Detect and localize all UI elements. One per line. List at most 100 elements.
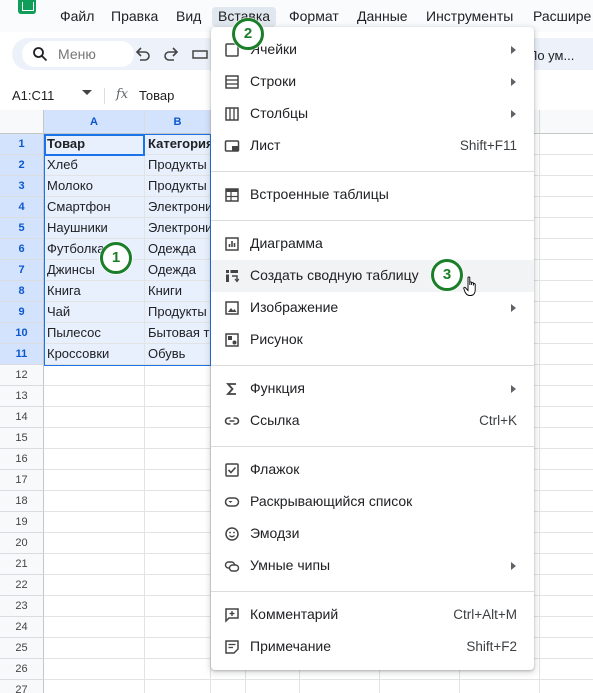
menu-view[interactable]: Вид <box>176 7 201 27</box>
grid-cell[interactable]: Кроссовки <box>44 344 145 365</box>
grid-cell[interactable] <box>145 596 211 617</box>
grid-cell[interactable]: Наушники <box>44 218 145 239</box>
menu-item-link[interactable]: Ссылка Ctrl+K <box>211 405 534 437</box>
grid-cell[interactable] <box>540 197 593 218</box>
grid-cell[interactable] <box>540 449 593 470</box>
menu-item-sheet[interactable]: Лист Shift+F11 <box>211 130 534 162</box>
grid-cell[interactable] <box>540 155 593 176</box>
menu-item-emoji[interactable]: Эмодзи <box>211 518 534 550</box>
grid-cell[interactable] <box>540 554 593 575</box>
grid-cell[interactable] <box>540 428 593 449</box>
row-header[interactable]: 20 <box>0 533 44 554</box>
formula-input[interactable]: Товар <box>139 88 174 103</box>
select-all-corner[interactable] <box>0 110 44 134</box>
grid-cell[interactable] <box>145 617 211 638</box>
grid-cell[interactable] <box>246 680 300 693</box>
grid-cell[interactable]: Одежда <box>145 239 211 260</box>
grid-cell[interactable] <box>540 344 593 365</box>
grid-cell[interactable] <box>44 617 145 638</box>
grid-cell[interactable] <box>540 533 593 554</box>
grid-cell[interactable] <box>540 386 593 407</box>
grid-cell[interactable]: Молоко <box>44 176 145 197</box>
grid-cell[interactable] <box>44 365 145 386</box>
grid-cell[interactable] <box>145 428 211 449</box>
grid-cell[interactable] <box>44 386 145 407</box>
grid-cell[interactable] <box>145 533 211 554</box>
grid-cell[interactable] <box>540 239 593 260</box>
grid-cell[interactable] <box>145 512 211 533</box>
redo-icon[interactable] <box>162 44 182 64</box>
grid-cell[interactable] <box>540 281 593 302</box>
grid-cell[interactable]: Хлеб <box>44 155 145 176</box>
grid-cell[interactable]: Чай <box>44 302 145 323</box>
menu-data[interactable]: Данные <box>357 7 408 27</box>
row-header[interactable]: 21 <box>0 554 44 575</box>
menu-item-sigma[interactable]: Функция <box>211 373 534 405</box>
grid-cell[interactable] <box>44 407 145 428</box>
row-header[interactable]: 4 <box>0 197 44 218</box>
grid-cell[interactable] <box>540 407 593 428</box>
row-header[interactable]: 3 <box>0 176 44 197</box>
row-header[interactable]: 7 <box>0 260 44 281</box>
column-header-b[interactable]: B <box>145 110 211 134</box>
row-header[interactable]: 18 <box>0 491 44 512</box>
grid-cell[interactable]: Электрони <box>145 197 211 218</box>
row-header[interactable]: 23 <box>0 596 44 617</box>
grid-cell[interactable] <box>44 638 145 659</box>
grid-cell[interactable] <box>540 659 593 680</box>
grid-cell[interactable] <box>540 134 593 155</box>
grid-cell[interactable] <box>44 470 145 491</box>
grid-cell[interactable] <box>540 365 593 386</box>
grid-cell[interactable] <box>44 428 145 449</box>
name-box[interactable]: A1:C11 <box>12 88 54 103</box>
grid-cell[interactable]: Продукты <box>145 155 211 176</box>
row-header[interactable]: 25 <box>0 638 44 659</box>
name-box-chevron-down-icon[interactable] <box>82 90 92 95</box>
grid-cell[interactable] <box>44 680 145 693</box>
grid-cell[interactable] <box>145 659 211 680</box>
grid-cell[interactable] <box>540 302 593 323</box>
row-header[interactable]: 26 <box>0 659 44 680</box>
menu-item-rows[interactable]: Строки <box>211 66 534 98</box>
grid-cell[interactable]: Бытовая т <box>145 323 211 344</box>
grid-cell[interactable]: Категория <box>145 134 211 155</box>
menu-extensions[interactable]: Расшире <box>533 7 591 27</box>
menu-item-comment[interactable]: Комментарий Ctrl+Alt+M <box>211 599 534 631</box>
grid-cell[interactable] <box>540 491 593 512</box>
grid-cell[interactable] <box>44 491 145 512</box>
row-header[interactable]: 6 <box>0 239 44 260</box>
grid-cell[interactable] <box>540 218 593 239</box>
print-icon[interactable] <box>190 44 210 64</box>
grid-cell[interactable] <box>540 680 593 693</box>
row-header[interactable]: 2 <box>0 155 44 176</box>
row-header[interactable]: 14 <box>0 407 44 428</box>
row-header[interactable]: 12 <box>0 365 44 386</box>
grid-cell[interactable] <box>145 407 211 428</box>
grid-cell[interactable] <box>44 554 145 575</box>
grid-cell[interactable]: Книги <box>145 281 211 302</box>
grid-cell[interactable]: Смартфон <box>44 197 145 218</box>
grid-cell[interactable]: Товар <box>44 134 145 155</box>
row-header[interactable]: 17 <box>0 470 44 491</box>
grid-cell[interactable] <box>540 638 593 659</box>
grid-cell[interactable] <box>145 365 211 386</box>
row-header[interactable]: 24 <box>0 617 44 638</box>
row-header[interactable]: 1 <box>0 134 44 155</box>
menu-tools[interactable]: Инструменты <box>426 7 513 27</box>
row-header[interactable]: 8 <box>0 281 44 302</box>
menu-format[interactable]: Формат <box>289 7 339 27</box>
grid-cell[interactable] <box>145 554 211 575</box>
grid-cell[interactable] <box>44 659 145 680</box>
grid-cell[interactable] <box>540 260 593 281</box>
undo-icon[interactable] <box>132 44 152 64</box>
menu-item-chart[interactable]: Диаграмма <box>211 228 534 260</box>
grid-cell[interactable] <box>540 575 593 596</box>
menu-item-checkbox[interactable]: Флажок <box>211 454 534 486</box>
grid-cell[interactable] <box>540 470 593 491</box>
menu-item-image[interactable]: Изображение <box>211 292 534 324</box>
grid-cell[interactable] <box>380 680 460 693</box>
menu-item-smart-chips[interactable]: Умные чипы <box>211 550 534 582</box>
grid-cell[interactable] <box>145 470 211 491</box>
menu-search[interactable] <box>22 41 134 67</box>
row-header[interactable]: 10 <box>0 323 44 344</box>
